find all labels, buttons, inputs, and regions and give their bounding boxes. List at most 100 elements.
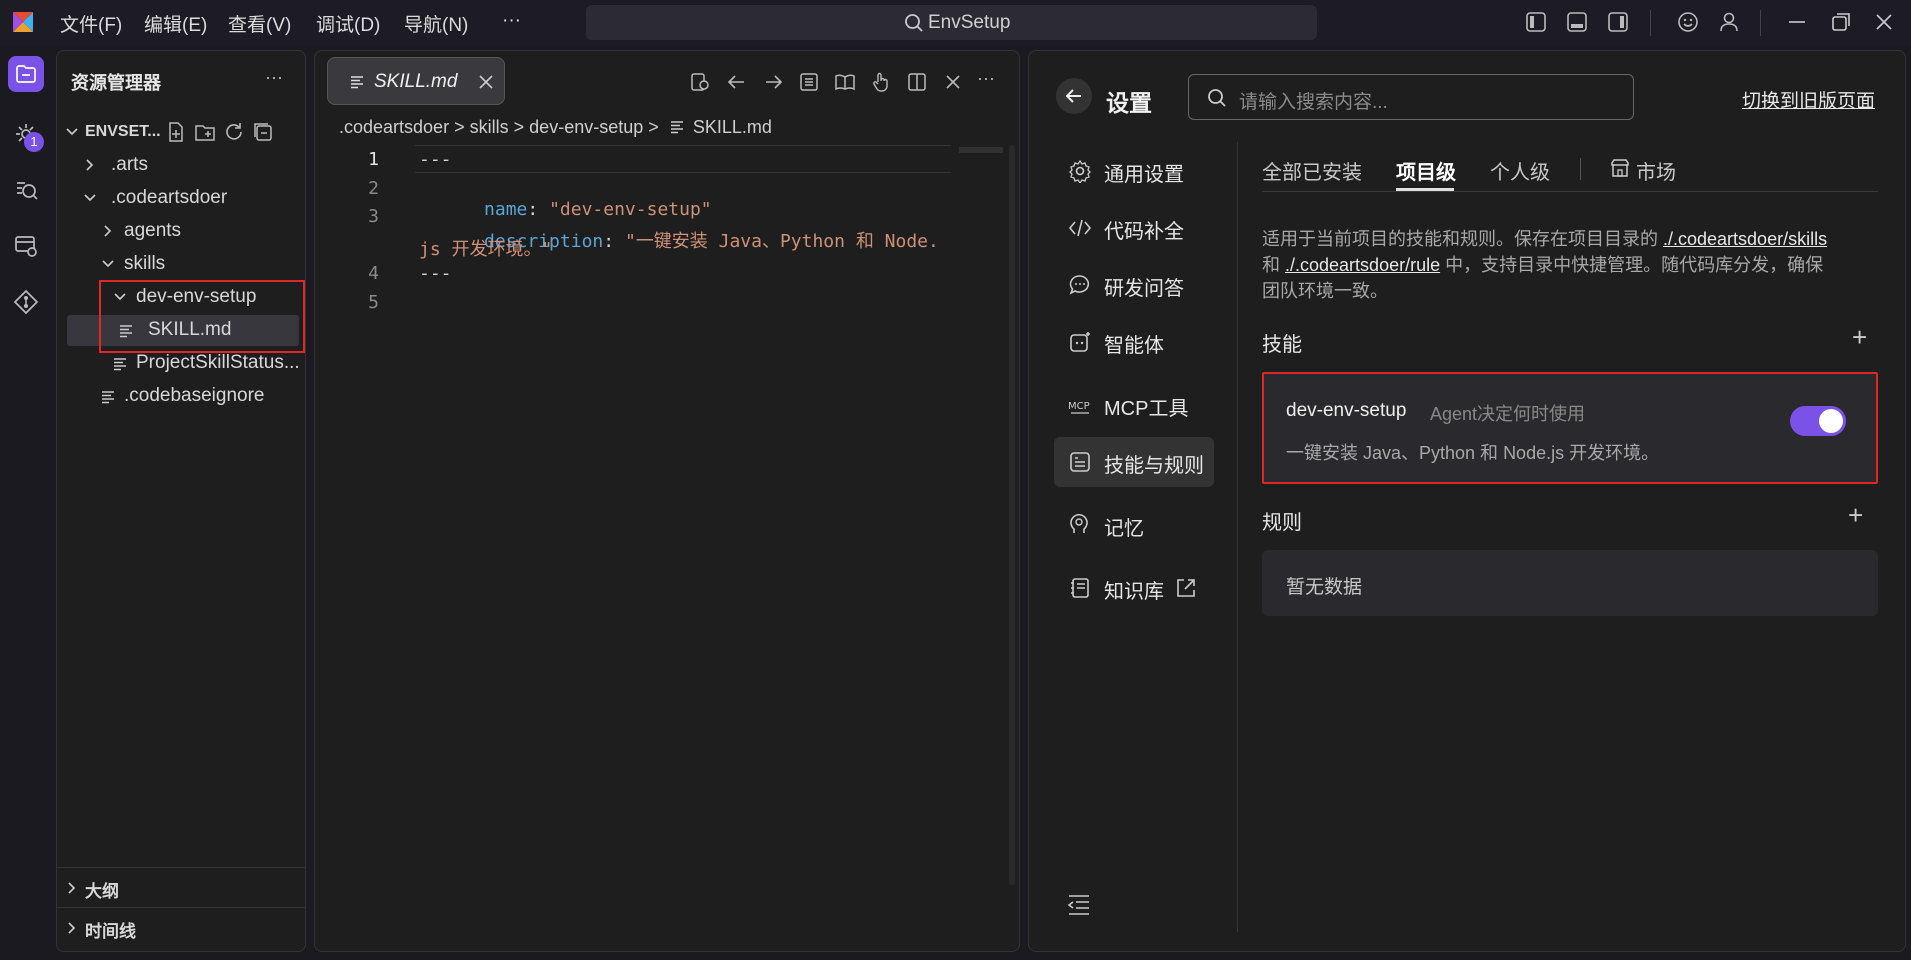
breadcrumb-item[interactable]: dev-env-setup (529, 117, 643, 137)
add-skill-button[interactable]: + (1852, 322, 1867, 353)
line-number: 5 (368, 292, 379, 313)
toggle-sidebar-icon[interactable] (1525, 11, 1549, 35)
line-number: 3 (368, 206, 379, 227)
markdown-file-icon (670, 121, 683, 134)
add-rule-button[interactable]: + (1848, 500, 1863, 531)
nav-label: 记忆 (1104, 518, 1144, 540)
open-book-icon[interactable] (834, 71, 856, 93)
tab-all-installed[interactable]: 全部已安装 (1262, 156, 1362, 185)
menu-more[interactable]: ··· (502, 10, 521, 32)
nav-label: MCP工具 (1104, 398, 1189, 420)
breadcrumb-separator: > (513, 117, 525, 137)
breadcrumb-item[interactable]: skills (470, 117, 509, 137)
close-editor-icon[interactable] (942, 71, 964, 93)
git-activity-icon[interactable] (8, 284, 44, 320)
chevron-down-icon (102, 260, 114, 268)
nav-mcp[interactable]: MCP MCP工具 (1054, 380, 1214, 430)
desc-text: 适用于当前项目的技能和规则。保存在项目目录的 (1262, 229, 1663, 249)
rule-dir-link[interactable]: ./.codeartsdoer/rule (1285, 255, 1440, 275)
remote-activity-icon[interactable] (8, 228, 44, 264)
search-placeholder: 请输入搜索内容... (1239, 92, 1388, 113)
collapse-nav-icon[interactable] (1066, 892, 1092, 918)
go-back-icon[interactable] (726, 71, 748, 93)
tree-item-codeartsdoer[interactable]: .codeartsdoer (57, 183, 300, 214)
collapse-all-icon[interactable] (252, 121, 274, 143)
new-file-icon[interactable] (165, 121, 187, 143)
close-window-icon[interactable] (1873, 11, 1897, 35)
scrollbar[interactable] (1009, 145, 1015, 885)
restore-icon[interactable] (1830, 11, 1854, 35)
toggle-panel-icon[interactable] (1566, 11, 1590, 35)
outline-section[interactable]: 大纲 (57, 873, 300, 904)
chevron-down-icon (84, 194, 96, 202)
timeline-section[interactable]: 时间线 (57, 913, 300, 944)
split-editor-icon[interactable] (906, 71, 928, 93)
tree-item-codebaseignore[interactable]: .codebaseignore (57, 381, 300, 412)
nav-label: 知识库 (1104, 581, 1164, 603)
nav-label: 研发问答 (1104, 278, 1184, 300)
menu-file[interactable]: 文件(F) (60, 10, 122, 37)
nav-label: 代码补全 (1104, 221, 1184, 243)
minimap[interactable] (959, 147, 1003, 153)
breadcrumb-separator: > (648, 117, 659, 137)
mcp-icon: MCP (1068, 401, 1090, 414)
code-line[interactable]: --- (419, 149, 452, 170)
nav-code-completion[interactable]: 代码补全 (1054, 203, 1214, 253)
nav-memory[interactable]: 记忆 (1054, 500, 1214, 550)
empty-state-text: 暂无数据 (1286, 577, 1363, 598)
nav-skills-rules[interactable]: 技能与规则 (1054, 437, 1214, 487)
open-preview-icon[interactable] (689, 71, 711, 93)
yaml-colon: : (603, 231, 625, 252)
nav-agent[interactable]: 智能体 (1054, 317, 1214, 367)
document-outline-icon[interactable] (798, 71, 820, 93)
tab-personal-level[interactable]: 个人级 (1490, 156, 1550, 185)
arrow-left-icon (1065, 89, 1081, 103)
refresh-icon[interactable] (223, 121, 245, 143)
tab-market[interactable]: 市场 (1636, 156, 1676, 185)
account-icon[interactable] (1718, 11, 1742, 35)
command-search[interactable]: EnvSetup (586, 5, 1317, 40)
external-link-icon[interactable] (1174, 576, 1198, 600)
menu-view[interactable]: 查看(V) (228, 10, 291, 37)
code-line-wrapped[interactable]: js 开发环境。" (419, 235, 552, 261)
pointer-hand-icon[interactable] (870, 71, 892, 93)
knowledge-base-icon (1071, 578, 1089, 598)
explorer-activity-icon[interactable] (8, 56, 44, 92)
nav-qa[interactable]: 研发问答 (1054, 260, 1214, 310)
menu-navigate[interactable]: 导航(N) (404, 10, 468, 37)
back-button[interactable] (1056, 78, 1092, 114)
search-activity-icon[interactable] (8, 172, 44, 208)
tab-project-level[interactable]: 项目级 (1396, 156, 1456, 185)
search-icon (904, 13, 924, 33)
breadcrumb-item[interactable]: .codeartsdoer (339, 117, 449, 137)
explorer-more-button[interactable]: ··· (265, 67, 283, 88)
toggle-aux-icon[interactable] (1607, 11, 1631, 35)
breadcrumb-item[interactable]: SKILL.md (693, 117, 772, 137)
tree-item-agents[interactable]: agents (57, 216, 300, 247)
chevron-down-icon (66, 128, 78, 136)
new-folder-icon[interactable] (194, 121, 216, 143)
menu-debug[interactable]: 调试(D) (316, 10, 380, 37)
divider (57, 867, 305, 868)
tree-item-label: ProjectSkillStatus... (136, 352, 300, 373)
nav-general[interactable]: 通用设置 (1054, 146, 1214, 196)
tree-item-arts[interactable]: .arts (57, 150, 300, 181)
nav-label: 智能体 (1104, 335, 1164, 357)
chat-icon (1069, 275, 1090, 295)
editor-more-button[interactable]: ··· (977, 68, 995, 89)
feedback-smile-icon[interactable] (1677, 11, 1701, 35)
minimize-icon[interactable] (1786, 11, 1810, 35)
close-tab-icon[interactable] (478, 74, 494, 90)
settings-search-input[interactable]: 请输入搜索内容... (1188, 74, 1634, 120)
divider (1650, 10, 1651, 36)
switch-old-page-link[interactable]: 切换到旧版页面 (1742, 86, 1875, 113)
skills-dir-link[interactable]: ./.codeartsdoer/skills (1663, 229, 1827, 249)
timeline-label: 时间线 (85, 922, 136, 941)
tree-item-label: .codeartsdoer (111, 187, 228, 208)
code-line[interactable]: --- (419, 263, 452, 284)
editor-tab[interactable]: SKILL.md (327, 57, 505, 105)
go-forward-icon[interactable] (762, 71, 784, 93)
code-icon (1068, 219, 1092, 237)
tree-item-skills[interactable]: skills (57, 249, 300, 280)
menu-edit[interactable]: 编辑(E) (144, 10, 207, 37)
